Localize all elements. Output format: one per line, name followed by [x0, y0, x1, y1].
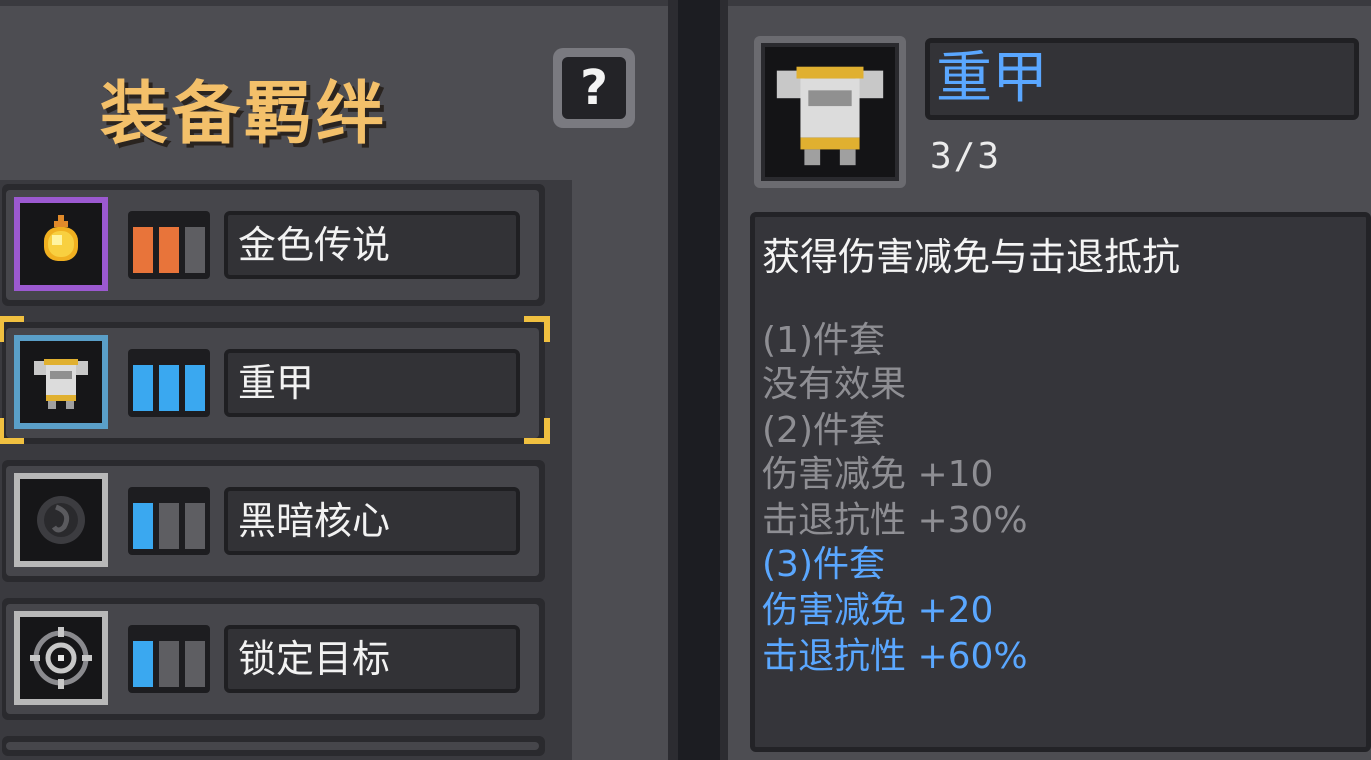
selection-corner: [0, 418, 24, 444]
progress-bar-segment: [159, 641, 179, 687]
set-description: 获得伤害减免与击退抵抗: [762, 235, 1181, 279]
set-row-target-lock[interactable]: 锁定目标: [2, 598, 545, 720]
progress-bar-segment: [133, 227, 153, 273]
golden-orb-icon: [14, 197, 108, 291]
set-progress-bars: [128, 625, 210, 693]
heavy-armor-icon: [14, 335, 108, 429]
progress-bar-segment: [133, 641, 153, 687]
set-name: 锁定目标: [224, 625, 520, 693]
tier-2-label: (2)件套: [762, 410, 885, 451]
set-row-dark-core[interactable]: 黑暗核心: [2, 460, 545, 582]
selection-corner: [524, 316, 550, 342]
progress-bar-segment: [185, 641, 205, 687]
detail-set-count: 3/3: [930, 136, 1002, 177]
set-row-partial[interactable]: [2, 736, 545, 756]
target-lock-icon: [14, 611, 108, 705]
heavy-armor-icon: [776, 66, 884, 166]
selection-corner: [0, 316, 24, 342]
set-progress-bars: [128, 349, 210, 417]
dark-core-icon: [14, 473, 108, 567]
tier-2-effect: 击退抗性 +30%: [762, 500, 1028, 541]
tier-3-effect: 击退抗性 +60%: [762, 636, 1028, 677]
set-name: 重甲: [224, 349, 520, 417]
panel-title: 装备羁绊: [100, 75, 389, 154]
progress-bar-segment: [185, 503, 205, 549]
progress-bar-segment: [159, 365, 179, 411]
set-progress-bars: [128, 487, 210, 555]
progress-bar-segment: [133, 503, 153, 549]
progress-bar-segment: [133, 365, 153, 411]
set-row-heavy-armor[interactable]: 重甲: [2, 322, 545, 444]
set-progress-bars: [128, 211, 210, 279]
detail-icon-frame: [754, 36, 906, 188]
tier-3-effect: 伤害减免 +20: [762, 590, 994, 631]
detail-set-name: 重甲: [925, 38, 1359, 120]
tier-3-label: (3)件套: [762, 544, 885, 585]
progress-bar-segment: [159, 227, 179, 273]
set-row-golden-legend[interactable]: 金色传说: [2, 184, 545, 306]
progress-bar-segment: [159, 503, 179, 549]
tier-1-label: (1)件套: [762, 320, 885, 361]
help-button[interactable]: ?: [553, 48, 635, 128]
selection-corner: [524, 418, 550, 444]
set-name: 黑暗核心: [224, 487, 520, 555]
progress-bar-segment: [185, 365, 205, 411]
set-name: 金色传说: [224, 211, 520, 279]
question-mark-icon: ?: [562, 57, 626, 119]
tier-2-effect: 伤害减免 +10: [762, 454, 994, 495]
progress-bar-segment: [185, 227, 205, 273]
tier-1-effect: 没有效果: [762, 364, 907, 405]
